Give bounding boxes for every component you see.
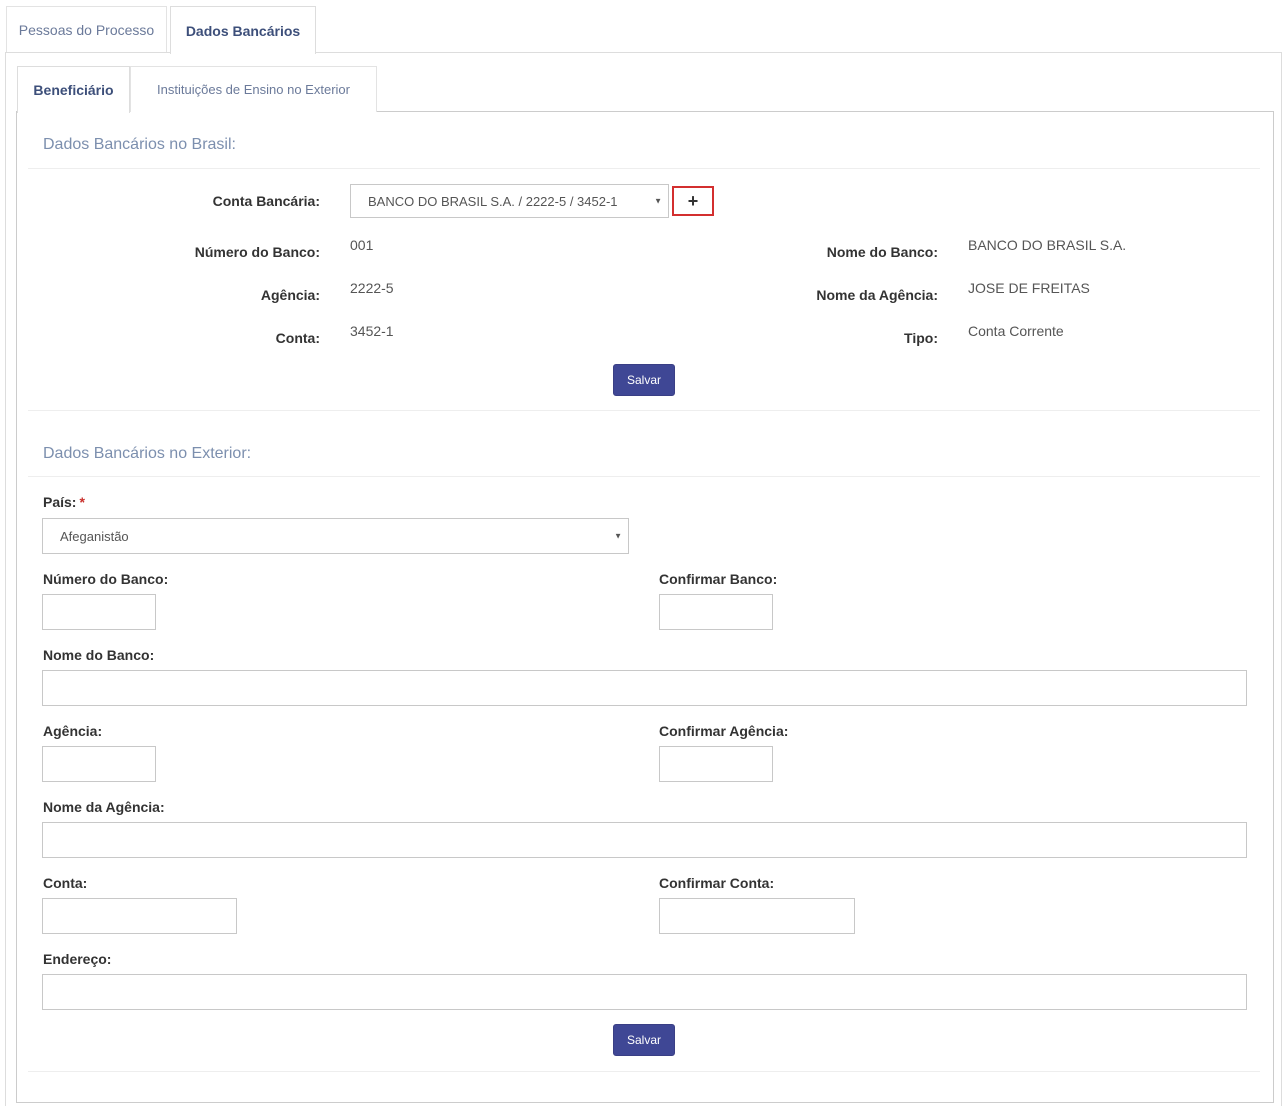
agencia-input[interactable]	[42, 746, 156, 782]
numero-banco-ext-label: Número do Banco:	[43, 571, 169, 587]
nome-agencia-value: JOSE DE FREITAS	[968, 280, 1090, 296]
tab-dados-bancarios[interactable]: Dados Bancários	[170, 6, 316, 54]
nome-banco-input[interactable]	[42, 670, 1247, 706]
conta-bancaria-select[interactable]: BANCO DO BRASIL S.A. / 2222-5 / 3452-1 ▼	[350, 184, 669, 218]
confirmar-agencia-label: Confirmar Agência:	[659, 723, 789, 739]
tab-beneficiario-label: Beneficiário	[33, 82, 114, 98]
confirmar-banco-input[interactable]	[659, 594, 773, 630]
numero-banco-label: Número do Banco:	[194, 244, 320, 260]
conta-bancaria-value: BANCO DO BRASIL S.A. / 2222-5 / 3452-1	[368, 193, 618, 209]
plus-icon: +	[687, 190, 699, 211]
tipo-value: Conta Corrente	[968, 323, 1064, 339]
divider	[28, 476, 1260, 477]
nome-agencia-ext-label: Nome da Agência:	[43, 799, 165, 815]
endereco-label: Endereço:	[43, 951, 112, 967]
salvar-exterior-button[interactable]: Salvar	[613, 1024, 675, 1056]
tab-beneficiario[interactable]: Beneficiário	[17, 66, 130, 113]
nome-agencia-input[interactable]	[42, 822, 1247, 858]
add-conta-button[interactable]: +	[672, 186, 714, 216]
conta-input[interactable]	[42, 898, 237, 934]
endereco-input[interactable]	[42, 974, 1247, 1010]
divider	[28, 1071, 1260, 1072]
conta-label: Conta:	[275, 330, 320, 346]
section-title-brasil: Dados Bancários no Brasil:	[43, 136, 236, 153]
tab-instituicoes[interactable]: Instituições de Ensino no Exterior	[130, 66, 377, 112]
pais-select[interactable]: Afeganistão ▼	[42, 518, 629, 554]
tab-pessoas-label: Pessoas do Processo	[18, 21, 155, 38]
numero-banco-value: 001	[350, 237, 374, 253]
tab-dados-label: Dados Bancários	[185, 22, 301, 39]
required-marker: *	[79, 494, 85, 510]
confirmar-conta-label: Confirmar Conta:	[659, 875, 775, 891]
numero-banco-input[interactable]	[42, 594, 156, 630]
salvar-brasil-button[interactable]: Salvar	[613, 364, 675, 396]
conta-ext-label: Conta:	[43, 875, 88, 891]
confirmar-agencia-input[interactable]	[659, 746, 773, 782]
divider	[28, 410, 1260, 411]
nome-banco-ext-label: Nome do Banco:	[43, 647, 155, 663]
nome-banco-label: Nome do Banco:	[826, 244, 938, 260]
agencia-value: 2222-5	[350, 280, 394, 296]
pais-label: País: *	[43, 494, 85, 510]
confirmar-banco-label: Confirmar Banco:	[659, 571, 778, 587]
nome-banco-value: BANCO DO BRASIL S.A.	[968, 237, 1127, 253]
agencia-label: Agência:	[260, 287, 320, 303]
caret-down-icon: ▼	[654, 196, 662, 206]
confirmar-conta-input[interactable]	[659, 898, 855, 934]
divider	[28, 168, 1260, 169]
pais-label-text: País:	[43, 494, 77, 510]
nome-agencia-label: Nome da Agência:	[816, 287, 938, 303]
agencia-ext-label: Agência:	[43, 723, 103, 739]
conta-bancaria-label: Conta Bancária:	[212, 193, 320, 209]
caret-down-icon: ▼	[614, 531, 622, 541]
pais-value: Afeganistão	[60, 528, 129, 544]
section-title-exterior: Dados Bancários no Exterior:	[43, 445, 252, 462]
tab-pessoas-do-processo[interactable]: Pessoas do Processo	[6, 6, 167, 52]
conta-value: 3452-1	[350, 323, 394, 339]
tab-instituicoes-label: Instituições de Ensino no Exterior	[157, 82, 350, 97]
tipo-label: Tipo:	[904, 330, 938, 346]
